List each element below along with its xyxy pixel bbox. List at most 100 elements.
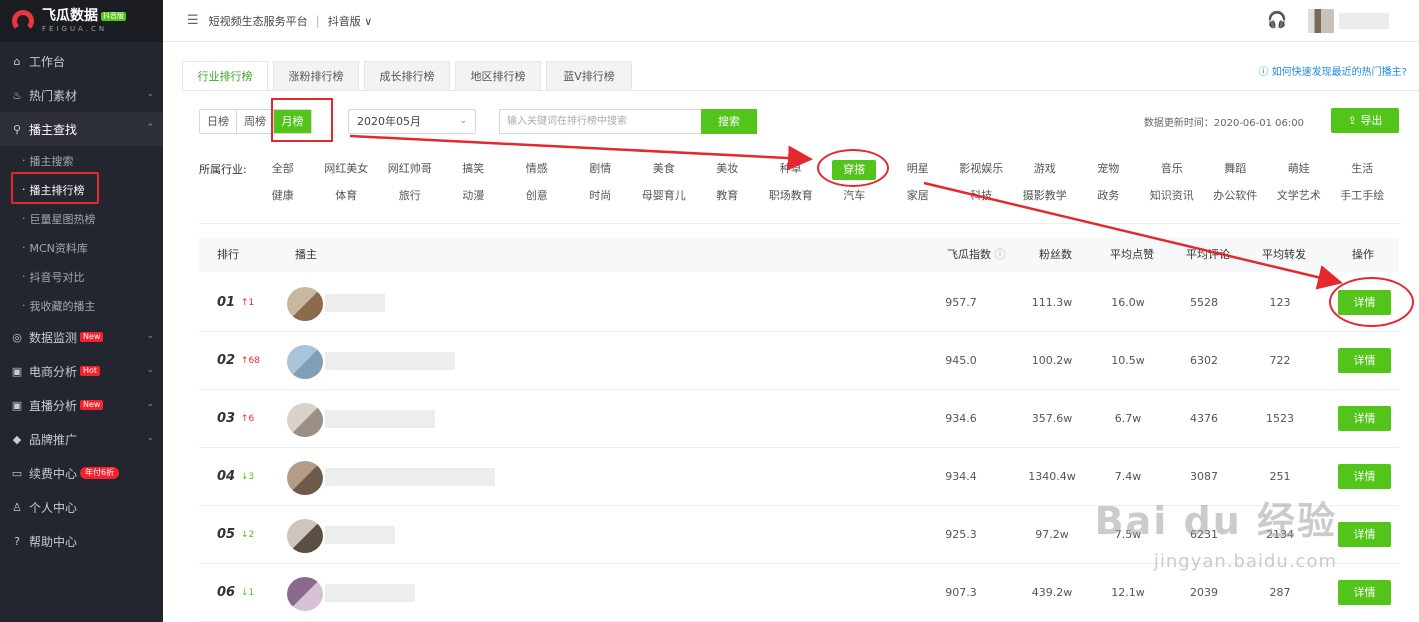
sub-item-mcn[interactable]: · MCN资料库: [0, 233, 163, 262]
headset-icon[interactable]: 🎧: [1267, 10, 1287, 29]
sidebar-item-profile[interactable]: ♙ 个人中心: [0, 490, 163, 524]
sidebar-item-hot-material[interactable]: ♨ 热门素材 ⌄: [0, 78, 163, 112]
avatar[interactable]: [287, 577, 323, 611]
industry-option[interactable]: 音乐: [1140, 160, 1204, 187]
rank-number: 03: [217, 411, 236, 426]
streamer-name[interactable]: [325, 410, 435, 428]
industry-option[interactable]: 知识资讯: [1140, 187, 1204, 214]
th-comments[interactable]: 平均评论: [1186, 238, 1230, 272]
th-likes[interactable]: 平均点赞: [1110, 238, 1154, 272]
fans-count: 97.2w: [1035, 528, 1069, 541]
industry-option[interactable]: 健康: [251, 187, 315, 214]
th-shares[interactable]: 平均转发: [1262, 238, 1306, 272]
industry-option[interactable]: 政务: [1077, 187, 1141, 214]
user-name[interactable]: [1339, 13, 1389, 29]
detail-button[interactable]: 详情: [1338, 522, 1391, 547]
sidebar-item-label: 热门素材: [29, 88, 78, 103]
industry-option[interactable]: 明星: [886, 160, 950, 187]
industry-option[interactable]: 母婴育儿: [632, 187, 696, 214]
sub-item-xingtu[interactable]: · 巨量星图热榜: [0, 204, 163, 233]
table-row: 01 ↑1 957.7 111.3w 16.0w 5528 123 详情: [199, 274, 1414, 332]
industry-option-label: 生活: [1351, 162, 1374, 175]
sub-item-compare[interactable]: · 抖音号对比: [0, 262, 163, 291]
detail-button[interactable]: 详情: [1338, 580, 1391, 605]
detail-button[interactable]: 详情: [1338, 464, 1391, 489]
industry-option[interactable]: 搞笑: [442, 160, 506, 187]
search-input[interactable]: 输入关键词在排行榜中搜索: [499, 108, 701, 134]
avatar[interactable]: [287, 287, 323, 321]
industry-option[interactable]: 情感: [505, 160, 569, 187]
tab-industry[interactable]: 行业排行榜: [182, 61, 268, 91]
period-weekly[interactable]: 周榜: [237, 109, 274, 133]
industry-option[interactable]: 种草: [759, 160, 823, 187]
industry-option[interactable]: 生活: [1331, 160, 1395, 187]
avatar[interactable]: [287, 345, 323, 379]
help-link[interactable]: ⓘ 如何快速发现最近的热门播主?: [1259, 63, 1408, 78]
tab-growth[interactable]: 成长排行榜: [364, 61, 450, 91]
th-index[interactable]: 飞瓜指数 ⓘ: [947, 238, 1006, 272]
industry-option[interactable]: 影视娱乐: [950, 160, 1014, 187]
export-button[interactable]: ⇪ 导出: [1331, 108, 1399, 133]
sidebar-item-streamer-search[interactable]: ⚲ 播主查找 ⌃: [0, 112, 163, 146]
streamer-name[interactable]: [325, 584, 415, 602]
highlight-circle-detail: [1329, 277, 1414, 327]
avatar[interactable]: [287, 403, 323, 437]
avatar[interactable]: [1308, 9, 1334, 33]
avatar[interactable]: [287, 519, 323, 553]
sidebar-item-workbench[interactable]: ⌂ 工作台: [0, 44, 163, 78]
sidebar-item-monitor[interactable]: ◎ 数据监测 New ⌄: [0, 320, 163, 354]
sidebar-item-ecommerce[interactable]: ▣ 电商分析 Hot ⌄: [0, 354, 163, 388]
detail-button[interactable]: 详情: [1338, 406, 1391, 431]
sub-item-search[interactable]: · 播主搜索: [0, 146, 163, 175]
industry-option[interactable]: 文学艺术: [1267, 187, 1331, 214]
industry-option[interactable]: 宠物: [1077, 160, 1141, 187]
industry-option[interactable]: 职场教育: [759, 187, 823, 214]
sidebar-item-live[interactable]: ▣ 直播分析 New ⌄: [0, 388, 163, 422]
industry-option[interactable]: 美妆: [696, 160, 760, 187]
shop-icon: ▣: [11, 364, 23, 378]
industry-option[interactable]: 创意: [505, 187, 569, 214]
industry-option[interactable]: 旅行: [378, 187, 442, 214]
sidebar-item-brand[interactable]: ◆ 品牌推广 ⌄: [0, 422, 163, 456]
industry-option[interactable]: 剧情: [569, 160, 633, 187]
industry-option[interactable]: 网红帅哥: [378, 160, 442, 187]
tab-region[interactable]: 地区排行榜: [455, 61, 541, 91]
sidebar-item-help[interactable]: ? 帮助中心: [0, 524, 163, 558]
industry-option[interactable]: 网红美女: [315, 160, 379, 187]
streamer-name[interactable]: [325, 526, 395, 544]
detail-button[interactable]: 详情: [1338, 348, 1391, 373]
tab-fans-growth[interactable]: 涨粉排行榜: [273, 61, 359, 91]
industry-option[interactable]: 萌娃: [1267, 160, 1331, 187]
menu-fold-icon[interactable]: ☰: [187, 13, 199, 28]
period-daily[interactable]: 日榜: [200, 109, 237, 133]
streamer-name[interactable]: [325, 468, 495, 486]
industry-option[interactable]: 教育: [696, 187, 760, 214]
industry-option[interactable]: 游戏: [1013, 160, 1077, 187]
industry-option[interactable]: 摄影教学: [1013, 187, 1077, 214]
sidebar-item-renewal[interactable]: ▭ 续费中心 年付6折: [0, 456, 163, 490]
industry-option[interactable]: 手工手绘: [1331, 187, 1395, 214]
industry-option[interactable]: 全部: [251, 160, 315, 187]
industry-option[interactable]: 时尚: [569, 187, 633, 214]
industry-option[interactable]: 办公软件: [1204, 187, 1268, 214]
industry-option[interactable]: 家居: [886, 187, 950, 214]
industry-option-label: 政务: [1097, 189, 1120, 202]
industry-option[interactable]: 舞蹈: [1204, 160, 1268, 187]
industry-option[interactable]: 体育: [315, 187, 379, 214]
watermark-line2: jingyan.baidu.com: [1153, 551, 1337, 572]
month-select[interactable]: 2020年05月 ⌄: [348, 108, 476, 134]
th-fans[interactable]: 粉丝数: [1039, 238, 1072, 272]
search-button[interactable]: 搜索: [701, 108, 757, 134]
industry-option[interactable]: 汽车: [823, 187, 887, 214]
edition-switcher[interactable]: 抖音版 ∨: [328, 13, 373, 29]
industry-option[interactable]: 动漫: [442, 187, 506, 214]
streamer-name[interactable]: [325, 294, 385, 312]
sub-item-favorites[interactable]: · 我收藏的播主: [0, 291, 163, 320]
diamond-icon: ◆: [12, 432, 22, 446]
industry-option[interactable]: 美食: [632, 160, 696, 187]
logo[interactable]: 飞瓜数据 抖音版 FEIGUA.CN: [0, 0, 163, 42]
tab-bluev[interactable]: 蓝V排行榜: [546, 61, 632, 91]
avatar[interactable]: [287, 461, 323, 495]
industry-option[interactable]: 科技: [950, 187, 1014, 214]
streamer-name[interactable]: [325, 352, 455, 370]
